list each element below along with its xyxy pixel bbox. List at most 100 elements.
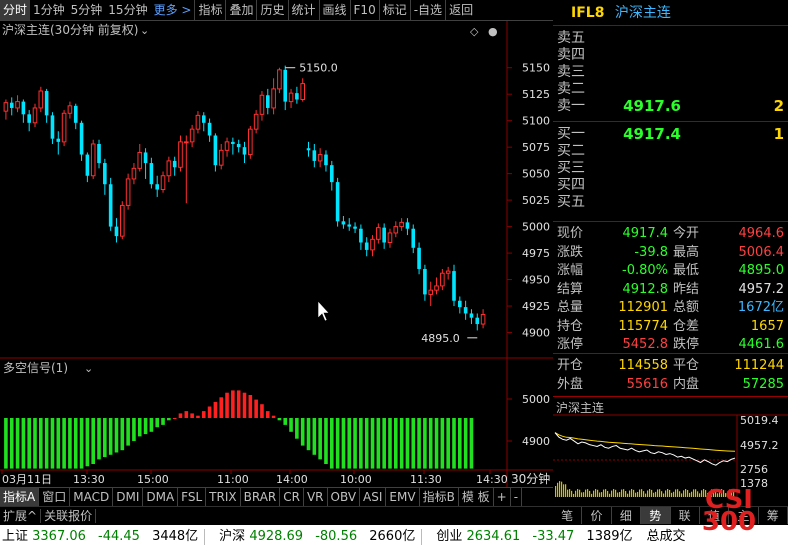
chart-pin-icon[interactable]: ◇	[470, 25, 479, 38]
candle-body	[265, 95, 270, 108]
index-turnover: 2660亿	[369, 529, 416, 544]
more-periods-button[interactable]: 更多 >	[151, 0, 195, 20]
candle-body	[9, 102, 14, 108]
f10-button[interactable]: F10	[351, 0, 379, 20]
index-price: 2634.61	[466, 529, 525, 544]
tab-15min[interactable]: 15分钟	[105, 0, 150, 20]
candle-body	[56, 138, 61, 142]
signal-bar	[399, 418, 404, 469]
indicator-tab[interactable]: DMA	[143, 488, 179, 506]
candle-body	[393, 226, 399, 234]
indicator-button[interactable]: 指标	[195, 0, 225, 20]
indicator-tab[interactable]: VR	[304, 488, 328, 506]
ask-label: 卖三	[557, 64, 585, 80]
expand-button[interactable]: 扩展^	[0, 509, 42, 523]
mark-button[interactable]: 标记	[380, 0, 410, 20]
mini-volume-bar	[641, 489, 643, 497]
detail-tab[interactable]: 势	[641, 507, 671, 524]
candle-body	[335, 182, 340, 222]
quote-row-label: 持仓	[557, 318, 584, 334]
remove-watchlist-button[interactable]: -自选	[411, 0, 445, 20]
index-name: 上证	[2, 529, 33, 544]
candle-body	[458, 300, 462, 308]
ask-row: 卖三	[557, 64, 784, 81]
symbol-header: IFL8 沪深主连	[553, 0, 788, 26]
history-button[interactable]: 历史	[257, 0, 287, 20]
indicator-tab[interactable]: TRIX	[206, 488, 241, 506]
signal-bar	[143, 418, 148, 435]
signal-bar	[15, 418, 20, 469]
tab-5min[interactable]: 5分钟	[68, 0, 106, 20]
signal-bar	[283, 418, 288, 425]
chart-close-icon[interactable]: ●	[488, 25, 498, 38]
indicator-tab[interactable]: ASI	[360, 488, 387, 506]
index-quote[interactable]: 沪深 4928.69 -80.56 2660亿	[219, 529, 415, 544]
signal-bar	[231, 390, 235, 418]
candle-body	[353, 226, 357, 229]
signal-bar	[347, 418, 352, 469]
indicator-tab[interactable]: 指标B	[420, 488, 459, 506]
signal-bar	[265, 411, 270, 418]
indicator-tab[interactable]: EMV	[386, 488, 420, 506]
add-indicator-button[interactable]: +	[494, 488, 511, 506]
volume-row-value: 57285	[742, 376, 784, 392]
chart-collapse-icon[interactable]: ⌄	[140, 24, 149, 37]
indicator-tab[interactable]: CR	[280, 488, 304, 506]
price-axis-label: 5050	[522, 168, 550, 181]
indicator-tab[interactable]: FSL	[178, 488, 207, 506]
indicator-tab[interactable]: MACD	[70, 488, 114, 506]
candle-body	[277, 69, 282, 90]
signal-bar	[423, 418, 427, 469]
indicator-tab[interactable]: OBV	[328, 488, 361, 506]
candle-body	[434, 285, 439, 291]
mini-axis-vol-high: 2756	[740, 463, 768, 476]
quote-row: 涨停 5452.8 跌停 4461.6	[557, 336, 784, 353]
index-quote[interactable]: 创业 2634.61 -33.47 1389亿	[436, 529, 632, 544]
indicator-tab[interactable]: 模 板	[459, 488, 494, 506]
indicator-tab[interactable]: BRAR	[241, 488, 281, 506]
quote-row-value: 112901	[618, 300, 668, 315]
quote-row-value: 4957.2	[738, 281, 785, 297]
draw-line-button[interactable]: 画线	[320, 0, 350, 20]
indicator-tab[interactable]: 窗口	[39, 488, 71, 506]
mini-volume-bar	[665, 490, 667, 497]
back-button[interactable]: 返回	[446, 0, 476, 20]
candle-body	[149, 163, 154, 185]
detail-tab[interactable]: 笔	[553, 507, 583, 524]
signal-bar	[9, 418, 14, 469]
indicator-collapse-icon[interactable]: ⌄	[84, 362, 93, 375]
quote-row-label: 今开	[673, 226, 700, 241]
candle-body	[21, 101, 26, 115]
statistics-button[interactable]: 统计	[289, 0, 319, 20]
indicator-tab[interactable]: DMI	[113, 488, 144, 506]
remove-indicator-button[interactable]: -	[511, 488, 523, 506]
detail-tab[interactable]: 细	[612, 507, 642, 524]
mini-volume-bar	[673, 491, 675, 497]
mini-volume-bar	[647, 490, 649, 497]
overlay-button[interactable]: 叠加	[226, 0, 256, 20]
mini-volume-bar	[637, 491, 639, 497]
candle-body	[324, 154, 328, 166]
related-quotes-tab[interactable]: 关联报价	[41, 509, 97, 523]
ask-volume: 2	[773, 97, 784, 115]
period-label[interactable]: 30分钟	[511, 471, 550, 486]
signal-bar	[50, 418, 55, 469]
candle-body	[184, 141, 189, 144]
mini-volume-bar	[559, 481, 561, 497]
time-axis-label: 13:30	[73, 473, 105, 486]
mini-volume-bar	[635, 492, 637, 497]
high-price-label: 5150.0	[299, 62, 338, 75]
signal-bar	[341, 418, 346, 469]
kline-chart[interactable]: 5150 5125 5100 5075 5050 5025 5000 4975 4950 4925…	[0, 21, 553, 487]
tab-intraday[interactable]: 分时	[0, 0, 31, 20]
candle-body	[428, 289, 434, 295]
detail-tab[interactable]: 价	[582, 507, 612, 524]
tab-1min[interactable]: 1分钟	[30, 0, 68, 20]
indicator-tab[interactable]: 指标A	[0, 488, 40, 506]
signal-bar	[184, 411, 189, 418]
index-quote[interactable]: 上证 3367.06 -44.45 3448亿	[2, 529, 198, 544]
signal-bar	[417, 418, 421, 469]
mini-volume-bar	[639, 489, 641, 497]
candle-body	[32, 107, 38, 124]
ask-label: 卖二	[557, 81, 585, 97]
